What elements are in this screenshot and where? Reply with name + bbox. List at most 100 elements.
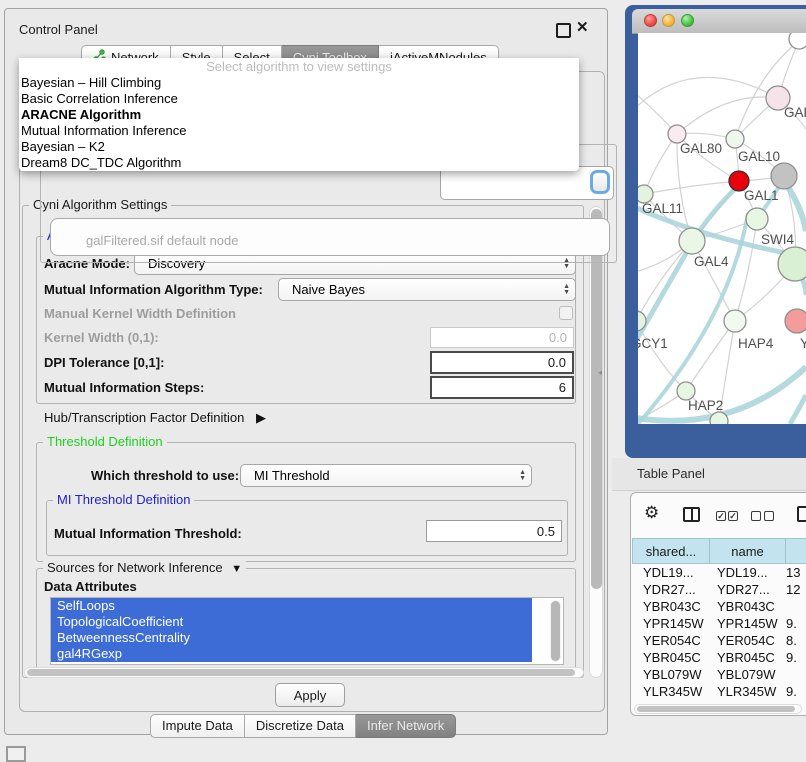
table-row[interactable]: YPR145WYPR145W9. bbox=[632, 615, 806, 632]
node-label: HAP2 bbox=[688, 398, 723, 413]
settings-vertical-scrollbar[interactable] bbox=[589, 206, 603, 678]
algorithm-option-dream8-dc-tdc-algorithm[interactable]: Dream8 DC_TDC Algorithm bbox=[19, 155, 579, 171]
network-node-y[interactable] bbox=[785, 309, 806, 333]
deselect-all-boxes-icon[interactable] bbox=[751, 511, 774, 521]
table-row[interactable]: YBR045CYBR045C9. bbox=[632, 649, 806, 666]
algorithm-options: Bayesian – Hill ClimbingBasic Correlatio… bbox=[19, 75, 579, 171]
network-edge-highlighted[interactable] bbox=[790, 395, 806, 424]
table-cell: YBR043C bbox=[710, 599, 786, 614]
minimized-panel-icon[interactable] bbox=[6, 746, 26, 762]
algorithm-option-basic-correlation-inference[interactable]: Basic Correlation Inference bbox=[19, 91, 579, 107]
mi-threshold-field[interactable]: 0.5 bbox=[426, 520, 562, 542]
column-header-shared[interactable]: shared... bbox=[632, 538, 710, 564]
column-partial-icon[interactable] bbox=[797, 506, 806, 522]
algorithm-option-mutual-information-inference[interactable]: Mutual Information Inference bbox=[19, 123, 579, 139]
mi-type-combo[interactable]: Naive Bayes bbox=[278, 278, 576, 301]
table-cell: YBR045C bbox=[710, 650, 786, 665]
table-row[interactable]: YIL052CYIL052C9. bbox=[632, 700, 806, 703]
mi-steps-value: 6 bbox=[559, 380, 566, 395]
mi-steps-label: Mutual Information Steps: bbox=[44, 380, 204, 395]
column-header-name[interactable]: name bbox=[710, 538, 786, 564]
network-window-titlebar[interactable] bbox=[632, 9, 806, 34]
table-cell: YBL079W bbox=[632, 667, 710, 682]
table-cell: 8. bbox=[786, 633, 806, 648]
algorithm-option-aracne-algorithm[interactable]: ARACNE Algorithm bbox=[19, 107, 579, 123]
attribute-item-selfloops[interactable]: SelfLoops bbox=[51, 598, 532, 614]
splitter-handle[interactable]: ◂ bbox=[598, 368, 603, 377]
network-node[interactable] bbox=[778, 247, 806, 281]
table-horizontal-scrollbar[interactable] bbox=[634, 704, 802, 714]
combo-spinner-focused[interactable] bbox=[590, 170, 610, 194]
network-node-gal4[interactable] bbox=[679, 228, 705, 254]
float-window-icon[interactable] bbox=[556, 23, 571, 38]
column-header-cut[interactable] bbox=[786, 538, 806, 564]
manual-kernel-checkbox[interactable] bbox=[559, 306, 573, 320]
collapse-arrow-icon[interactable] bbox=[231, 563, 242, 575]
mi-steps-field[interactable]: 6 bbox=[430, 376, 574, 399]
table-cell: YIL052C bbox=[632, 701, 710, 703]
hub-section-toggle[interactable]: Hub/Transcription Factor Definition bbox=[44, 410, 266, 426]
which-threshold-combo[interactable]: MI Threshold bbox=[240, 464, 532, 487]
network-graph[interactable]: GAL2GAL80GAL10GAL1GAL11SWI4GAL4GCY1HAP4Y… bbox=[638, 33, 806, 424]
close-panel-icon[interactable]: ✕ bbox=[576, 18, 589, 36]
network-edge[interactable] bbox=[638, 77, 778, 111]
algorithm-option-bayesian-k2[interactable]: Bayesian – K2 bbox=[19, 139, 579, 155]
node-label: GCY1 bbox=[638, 336, 668, 351]
network-node-swi4[interactable] bbox=[746, 208, 768, 230]
algorithm-dropdown-placeholder: Select algorithm to view settings bbox=[19, 58, 579, 75]
split-columns-icon[interactable] bbox=[683, 507, 700, 522]
attributes-list-scrollbar[interactable] bbox=[550, 600, 561, 662]
network-edge[interactable] bbox=[677, 97, 778, 134]
network-node-gal10[interactable] bbox=[726, 130, 744, 148]
apply-button[interactable]: Apply bbox=[275, 683, 345, 707]
table-row[interactable]: YLR345WYLR345W9. bbox=[632, 683, 806, 700]
attribute-item-betweennesscentrality[interactable]: BetweennessCentrality bbox=[51, 630, 532, 646]
network-node[interactable] bbox=[710, 412, 728, 424]
expand-arrow-icon[interactable] bbox=[256, 410, 266, 426]
dpi-tolerance-value: 0.0 bbox=[548, 355, 566, 370]
network-edge[interactable] bbox=[735, 41, 799, 139]
network-edge[interactable] bbox=[686, 321, 735, 391]
network-edge[interactable] bbox=[644, 134, 677, 194]
table-row[interactable]: YBR043CYBR043C bbox=[632, 598, 806, 615]
table-row[interactable]: YDL19...YDL19...13 bbox=[632, 564, 806, 581]
kernel-width-value: 0.0 bbox=[549, 330, 567, 345]
table-cell: 12 bbox=[786, 582, 806, 597]
algorithm-combo-fragment[interactable] bbox=[440, 166, 614, 200]
table-row[interactable]: YER054CYER054C8. bbox=[632, 632, 806, 649]
table-row[interactable]: YBL079WYBL079W bbox=[632, 666, 806, 683]
window-close-button[interactable] bbox=[644, 14, 657, 27]
tab-discretize-data[interactable]: Discretize Data bbox=[245, 714, 356, 738]
table-cell: YDL19... bbox=[632, 565, 710, 580]
empty-box-icon bbox=[751, 511, 761, 521]
dpi-tolerance-field[interactable]: 0.0 bbox=[430, 351, 574, 374]
kernel-width-field[interactable]: 0.0 bbox=[430, 327, 574, 348]
tab-infer-network[interactable]: Infer Network bbox=[356, 714, 456, 738]
algorithm-dropdown-list: Select algorithm to view settings Bayesi… bbox=[19, 58, 579, 171]
node-label: GAL10 bbox=[738, 149, 780, 164]
gear-icon[interactable]: ⚙ bbox=[644, 503, 659, 523]
window-minimize-button[interactable] bbox=[662, 14, 675, 27]
table-row[interactable]: YDR27...YDR27...12 bbox=[632, 581, 806, 598]
checked-box-icon: ✓ bbox=[728, 511, 738, 521]
tab-impute-data[interactable]: Impute Data bbox=[150, 714, 245, 738]
spinner-arrows-icon[interactable] bbox=[563, 284, 570, 296]
network-canvas[interactable]: GAL2GAL80GAL10GAL1GAL11SWI4GAL4GCY1HAP4Y… bbox=[638, 33, 806, 424]
settings-horizontal-scrollbar[interactable] bbox=[24, 667, 584, 678]
network-node-hap4[interactable] bbox=[724, 310, 746, 332]
network-edge[interactable] bbox=[644, 181, 739, 194]
network-edge[interactable] bbox=[638, 321, 686, 391]
spinner-arrows-icon[interactable] bbox=[519, 470, 526, 482]
sources-group-title[interactable]: Sources for Network Inference bbox=[43, 560, 246, 575]
data-attributes-list[interactable]: SelfLoopsTopologicalCoefficientBetweenne… bbox=[50, 597, 564, 665]
window-zoom-button[interactable] bbox=[681, 14, 694, 27]
attribute-item-gal4rgexp[interactable]: gal4RGexp bbox=[51, 646, 532, 662]
table-cell: 9. bbox=[786, 684, 806, 699]
node-label: HAP4 bbox=[738, 336, 774, 351]
algorithm-option-bayesian-hill-climbing[interactable]: Bayesian – Hill Climbing bbox=[19, 75, 579, 91]
attribute-item-topologicalcoefficient[interactable]: TopologicalCoefficient bbox=[51, 614, 532, 630]
select-all-checks-icon[interactable]: ✓ ✓ bbox=[716, 511, 738, 521]
network-node[interactable] bbox=[789, 33, 806, 49]
network-node[interactable] bbox=[771, 163, 797, 189]
screen: Control Panel ✕ NetworkStyleSelectCyni T… bbox=[0, 0, 806, 762]
